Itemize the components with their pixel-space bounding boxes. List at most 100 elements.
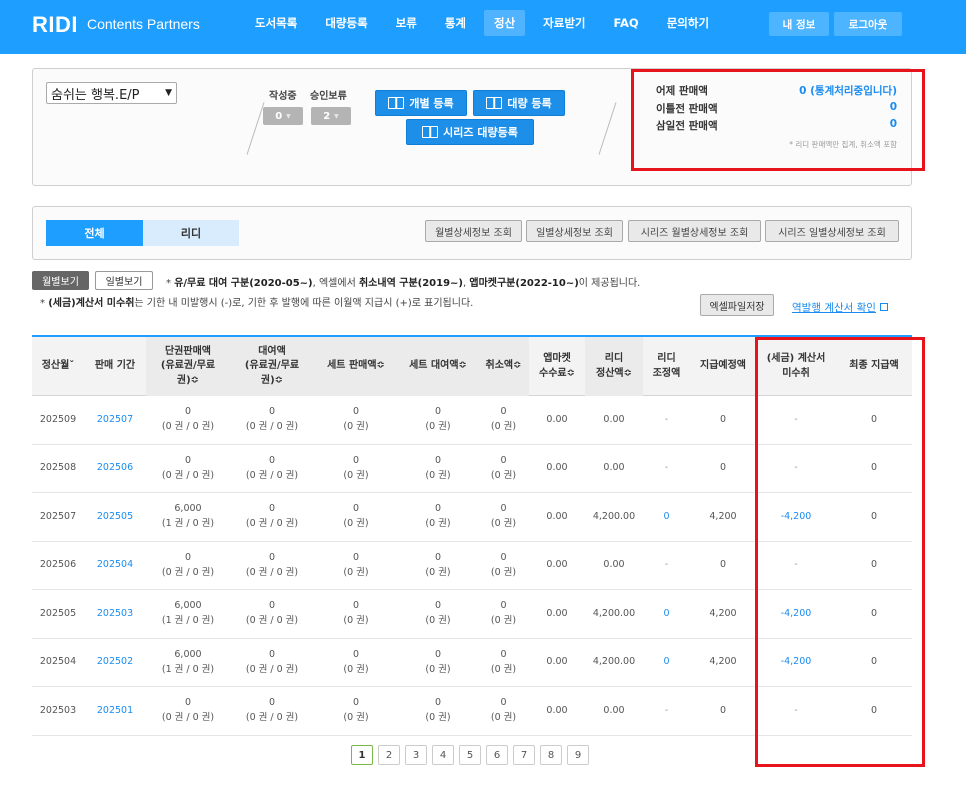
col-appmarket-fee[interactable]: 앱마켓 수수료≎ xyxy=(529,337,585,396)
table-row: 202505 202503 6,000 (1 권 / 0 권) 0 (0 권 / 0 권)… xyxy=(32,590,912,639)
col-rental[interactable]: 대여액 (유료권/무료 권)≎ xyxy=(230,337,314,396)
nav-book-list[interactable]: 도서목록 xyxy=(245,10,307,36)
page-button[interactable]: 5 xyxy=(459,745,481,765)
reverse-invoice-link[interactable]: 역발행 계산서 확인 xyxy=(792,300,888,315)
cell-sales-period[interactable]: 202504 xyxy=(84,542,146,590)
cell-ridi-adjust: - xyxy=(643,687,690,735)
top-header: RIDI Contents Partners 도서목록 대량등록 보류 통계 정… xyxy=(0,0,966,54)
ridi-logo[interactable]: RIDI xyxy=(32,12,78,38)
cell-single-sales-value: 0 xyxy=(184,454,192,466)
cell-single-sales-count: (0 권 / 0 권) xyxy=(161,566,215,578)
writing-count-dropdown[interactable]: 0 ▼ xyxy=(263,107,303,125)
daily-detail-button[interactable]: 일별상세정보 조회 xyxy=(526,220,623,242)
single-register-button[interactable]: 개별 등록 xyxy=(375,90,467,116)
logo-subtitle: Contents Partners xyxy=(87,16,200,32)
daily-view-button[interactable]: 일별보기 xyxy=(95,271,153,290)
page-button[interactable]: 9 xyxy=(567,745,589,765)
col-single-sales[interactable]: 단권판매액 (유료권/무료 권)≎ xyxy=(146,337,230,396)
page-button[interactable]: 8 xyxy=(540,745,562,765)
monthly-detail-button[interactable]: 월별상세정보 조회 xyxy=(425,220,522,242)
series-bulk-register-button[interactable]: 시리즈 대량등록 xyxy=(406,119,534,145)
cell-single-sales: 0 (0 권 / 0 권) xyxy=(146,687,230,735)
nav-downloads[interactable]: 자료받기 xyxy=(533,10,595,36)
cell-expected-payment-value: 0 xyxy=(719,704,727,716)
page-button[interactable]: 7 xyxy=(513,745,535,765)
table-row: 202504 202502 6,000 (1 권 / 0 권) 0 (0 권 / 0 권)… xyxy=(32,639,912,687)
cell-set-rental-count: (0 권) xyxy=(425,712,451,723)
col-settle-month[interactable]: 정산월ˇ xyxy=(32,337,84,396)
cell-set-rental-value: 0 xyxy=(434,454,442,466)
chevron-down-icon: ▼ xyxy=(286,112,291,120)
cell-expected-payment: 0 xyxy=(690,445,756,493)
cell-set-rental: 0 (0 권) xyxy=(398,493,478,541)
cell-sales-period-value: 202505 xyxy=(96,510,134,522)
writing-count: 0 xyxy=(275,110,283,122)
bulk-register-button[interactable]: 대량 등록 xyxy=(473,90,565,116)
cell-set-sales: 0 (0 권) xyxy=(314,542,398,590)
page-button[interactable]: 4 xyxy=(432,745,454,765)
logout-button[interactable]: 로그아웃 xyxy=(834,12,902,36)
page-button[interactable]: 1 xyxy=(351,745,373,765)
tab-all[interactable]: 전체 xyxy=(46,220,143,246)
hold-count-dropdown[interactable]: 2 ▼ xyxy=(311,107,351,125)
cell-expected-payment: 4,200 xyxy=(690,639,756,687)
cell-sales-period[interactable]: 202505 xyxy=(84,493,146,541)
my-info-button[interactable]: 내 정보 xyxy=(769,12,829,36)
cell-ridi-settle-value: 0.00 xyxy=(603,704,625,716)
series-monthly-detail-button[interactable]: 시리즈 월별상세정보 조회 xyxy=(628,220,761,242)
cell-single-sales: 0 (0 권 / 0 권) xyxy=(146,445,230,493)
cell-set-rental-count: (0 권) xyxy=(425,518,451,529)
cell-settle-month: 202508 xyxy=(32,445,84,493)
page-button[interactable]: 6 xyxy=(486,745,508,765)
cell-rental-value: 0 xyxy=(268,406,276,418)
monthly-view-button[interactable]: 월별보기 xyxy=(32,271,89,290)
cell-set-sales-count: (0 권) xyxy=(343,469,369,481)
nav-settlement[interactable]: 정산 xyxy=(484,10,526,36)
sales-3days-value: 0 xyxy=(889,118,897,130)
col-set-sales[interactable]: 세트 판매액≎ xyxy=(314,337,398,396)
cell-ridi-settle-value: 4,200.00 xyxy=(592,607,636,619)
col-cancel[interactable]: 취소액≎ xyxy=(478,337,529,396)
sales-yesterday-label: 어제 판매액 xyxy=(656,85,708,97)
cell-set-rental: 0 (0 권) xyxy=(398,445,478,493)
table-header: 정산월ˇ 판매 기간 단권판매액 (유료권/무료 권)≎ 대여액 (유료권/무료… xyxy=(32,337,912,396)
cell-rental: 0 (0 권 / 0 권) xyxy=(230,687,314,735)
nav-faq[interactable]: FAQ xyxy=(604,11,649,35)
cell-sales-period[interactable]: 202506 xyxy=(84,445,146,493)
cell-settle-month: 202506 xyxy=(32,542,84,590)
cell-invoice-unreceived: - xyxy=(756,687,836,735)
cell-final-payment-value: 0 xyxy=(870,462,878,474)
chevron-down-icon: ▼ xyxy=(334,112,339,120)
cell-cancel: 0 (0 권) xyxy=(478,542,529,590)
cell-sales-period[interactable]: 202502 xyxy=(84,639,146,687)
cell-ridi-adjust-value: 0 xyxy=(663,510,670,522)
cell-sales-period[interactable]: 202503 xyxy=(84,590,146,638)
col-ridi-settle[interactable]: 리디 정산액≎ xyxy=(585,337,643,396)
tab-ridi[interactable]: 리디 xyxy=(143,220,239,246)
table-row: 202506 202504 0 (0 권 / 0 권) 0 (0 권 / 0 권) 0 (0 … xyxy=(32,542,912,590)
nav-statistics[interactable]: 통계 xyxy=(435,10,476,36)
excel-save-button[interactable]: 엑셀파일저장 xyxy=(700,294,774,316)
cell-set-sales-value: 0 xyxy=(352,551,360,563)
cell-sales-period[interactable]: 202501 xyxy=(84,687,146,735)
series-daily-detail-button[interactable]: 시리즈 일별상세정보 조회 xyxy=(765,220,899,242)
cell-set-rental: 0 (0 권) xyxy=(398,590,478,638)
nav-hold[interactable]: 보류 xyxy=(386,10,427,36)
nav-bulk-register[interactable]: 대량등록 xyxy=(315,10,377,36)
book-select[interactable]: 숨쉬는 행복.E/P ▼ xyxy=(46,82,177,104)
cell-rental-value: 0 xyxy=(268,697,276,709)
cell-single-sales: 0 (0 권 / 0 권) xyxy=(146,396,230,444)
cell-ridi-settle-value: 4,200.00 xyxy=(592,510,636,522)
page-button[interactable]: 2 xyxy=(378,745,400,765)
cell-cancel: 0 (0 권) xyxy=(478,396,529,444)
cell-single-sales-count: (1 권 / 0 권) xyxy=(161,663,215,675)
cell-set-sales-count: (0 권) xyxy=(343,663,369,675)
cell-appmarket-fee-value: 0.00 xyxy=(546,704,568,716)
cell-set-rental-value: 0 xyxy=(434,697,442,709)
nav-inquiry[interactable]: 문의하기 xyxy=(657,10,719,36)
cell-expected-payment-value: 4,200 xyxy=(709,607,737,619)
col-set-rental[interactable]: 세트 대여액≎ xyxy=(398,337,478,396)
cell-sales-period[interactable]: 202507 xyxy=(84,396,146,444)
page-button[interactable]: 3 xyxy=(405,745,427,765)
cell-appmarket-fee-value: 0.00 xyxy=(546,607,568,619)
